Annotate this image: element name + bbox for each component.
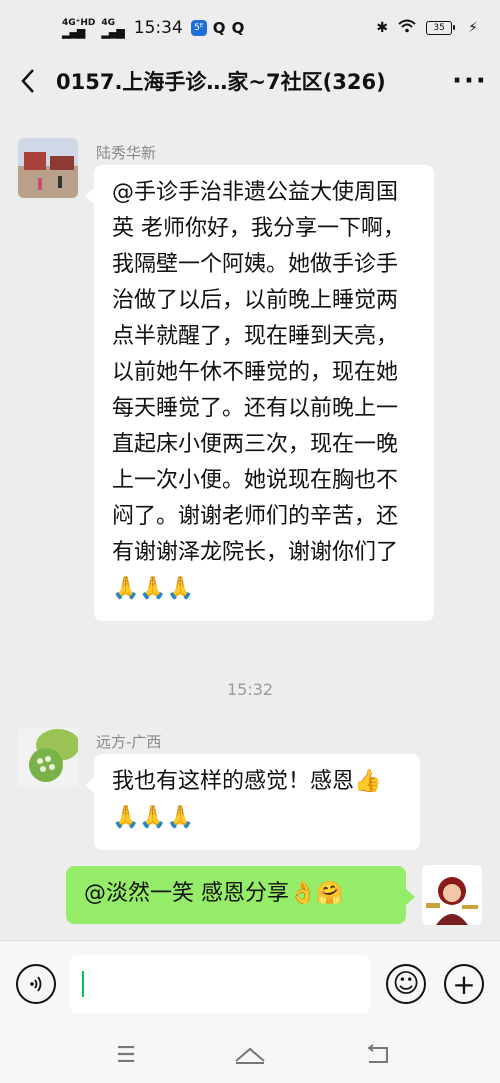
wifi-icon (398, 19, 416, 37)
voice-button[interactable] (16, 964, 56, 1004)
signal-icon-2: ▂▄▆ (101, 26, 124, 39)
sender-name: 陆秀华新 (96, 144, 157, 162)
chat-title: 0157.上海手诊…家~7社区(326) (56, 70, 386, 94)
bluetooth-icon: ✱ (376, 20, 389, 36)
message-bubble-self[interactable]: @淡然一笑 感恩分享👌🤗 (66, 866, 415, 924)
more-options-button[interactable]: ··· (440, 56, 500, 106)
back-button[interactable] (0, 56, 56, 106)
message-timestamp: 15:32 (226, 680, 274, 699)
network-indicator-2: 4G ▂▄▆ (101, 19, 124, 39)
home-icon (235, 1047, 265, 1064)
input-bar: ☺ + (0, 940, 500, 1026)
add-button[interactable]: + (444, 964, 484, 1004)
self-avatar[interactable] (422, 865, 482, 925)
avatar[interactable] (18, 727, 78, 787)
network-indicator: 4G⁺HD ▂▄▆ (62, 19, 95, 39)
system-nav-bar: ☰ (0, 1026, 500, 1083)
back-nav-button[interactable] (358, 1040, 398, 1070)
plus-icon: + (452, 967, 476, 1001)
chat-header: 0157.上海手诊…家~7社区(326) ··· (0, 56, 500, 106)
home-nav-button[interactable] (230, 1040, 270, 1070)
emoji-button[interactable]: ☺ (386, 964, 426, 1004)
voice-icon (30, 976, 42, 992)
message-bubble[interactable]: @手诊手治非遗公益大使周国英 老师你好，我分享一下啊，我隔壁一个阿姨。她做手诊手… (85, 165, 434, 621)
signal-icon: ▂▄▆ (62, 26, 85, 39)
menu-nav-button[interactable]: ☰ (106, 1040, 146, 1070)
message-input[interactable] (70, 955, 370, 1013)
avatar[interactable] (18, 138, 78, 198)
chevron-left-icon (21, 69, 34, 93)
q-notification-icon: Q (212, 19, 226, 37)
status-bar: 4G⁺HD ▂▄▆ 4G ▂▄▆ 15:34 5ᴱ Q Q ✱ 35 ⚡ (0, 0, 500, 56)
message-bubble[interactable]: 我也有这样的感觉！感恩👍🙏🙏🙏 (85, 754, 420, 850)
sender-name: 远方-广西 (96, 733, 162, 751)
charging-icon: ⚡ (468, 20, 478, 36)
emoji-icon: ☺ (392, 969, 420, 999)
app-notification-icon: 5ᴱ (190, 20, 207, 36)
more-icon: ··· (452, 66, 488, 96)
menu-icon: ☰ (116, 1042, 136, 1068)
text-caret (82, 971, 84, 997)
battery-icon: 35 (426, 21, 456, 35)
status-time: 15:34 (133, 18, 183, 38)
q-notification-icon-2: Q (231, 19, 245, 37)
back-nav-icon (367, 1044, 388, 1063)
